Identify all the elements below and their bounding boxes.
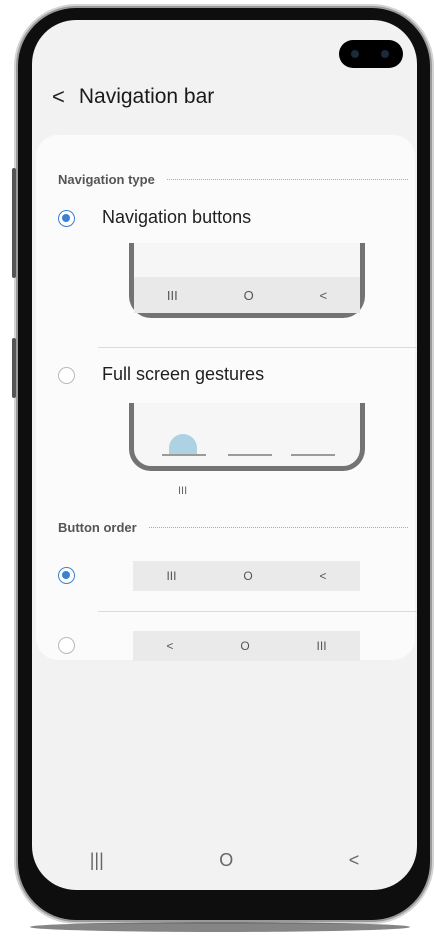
home-icon: O (243, 287, 254, 303)
section-button-order: Button order (58, 520, 408, 535)
system-nav-bar: ||| O < (32, 830, 417, 890)
gesture-lines (134, 426, 360, 466)
page-title: Navigation bar (78, 85, 215, 108)
navigation-buttons-preview[interactable]: III O < (129, 243, 365, 318)
back-arrow-icon[interactable]: < (52, 84, 65, 110)
radio-full-screen-gestures[interactable] (58, 367, 75, 384)
recents-button[interactable]: ||| (90, 850, 104, 871)
recents-icon: III (316, 639, 327, 653)
option-divider (98, 611, 417, 612)
preview-nav-bar: III O < (134, 277, 360, 313)
recents-icon: III (166, 287, 178, 303)
home-icon: O (240, 639, 250, 653)
camera-lens-icon (351, 50, 359, 58)
section-navigation-type: Navigation type (58, 172, 408, 187)
volume-button (12, 168, 16, 278)
gesture-hint-icon: III (178, 485, 188, 497)
section-label: Navigation type (58, 172, 155, 187)
radio-navigation-buttons[interactable] (58, 210, 75, 227)
gestures-preview[interactable] (129, 403, 365, 471)
option-divider (98, 347, 417, 348)
radio-button-order-1[interactable] (58, 567, 75, 584)
button-order-option-2[interactable]: < O III (133, 631, 360, 661)
section-divider (148, 527, 408, 528)
recents-icon: III (166, 569, 177, 583)
section-label: Button order (58, 520, 137, 535)
camera-lens-icon (381, 50, 389, 58)
header: < Navigation bar (52, 84, 214, 110)
back-icon: < (166, 639, 174, 653)
option-label-full-screen-gestures[interactable]: Full screen gestures (102, 364, 264, 385)
radio-button-order-2[interactable] (58, 637, 75, 654)
back-icon: < (319, 569, 327, 583)
camera-cutout (339, 40, 403, 68)
back-icon: < (319, 287, 328, 303)
option-label-navigation-buttons[interactable]: Navigation buttons (102, 207, 251, 228)
phone-shadow (30, 922, 410, 932)
gesture-line (291, 454, 335, 456)
section-divider (166, 179, 408, 180)
bixby-button (12, 338, 16, 398)
home-button[interactable]: O (219, 850, 233, 871)
screen: < Navigation bar Navigation type Navigat… (32, 20, 417, 890)
back-button[interactable]: < (349, 850, 360, 871)
gesture-line (228, 454, 272, 456)
gesture-thumb-icon (169, 434, 197, 456)
button-order-option-1[interactable]: III O < (133, 561, 360, 591)
gesture-line (162, 454, 206, 456)
settings-card: Navigation type Navigation buttons III O… (36, 135, 417, 661)
home-icon: O (243, 569, 253, 583)
